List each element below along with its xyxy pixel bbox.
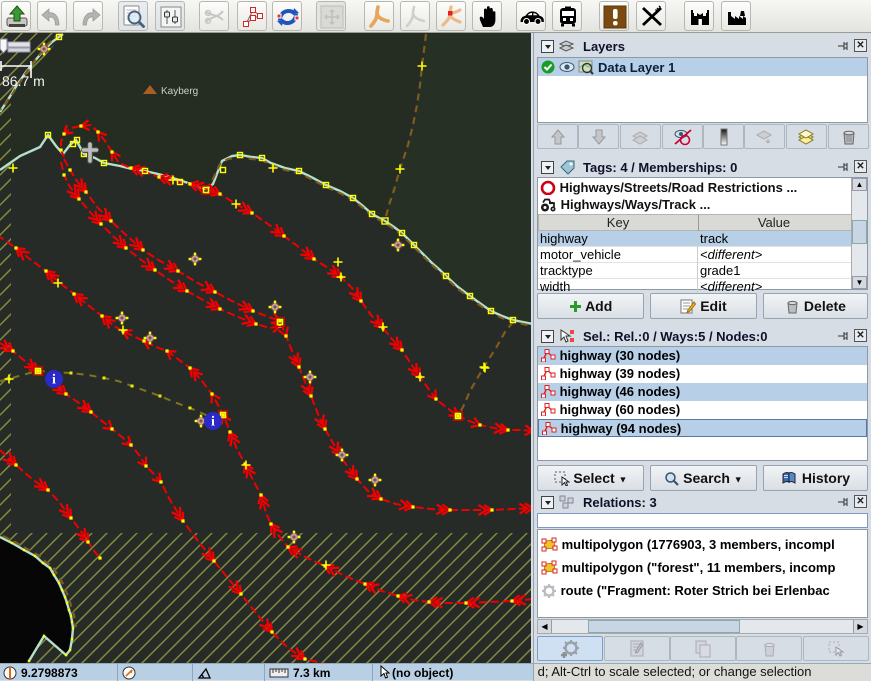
svg-text:Kayberg: Kayberg	[161, 86, 198, 97]
svg-text:i: i	[52, 373, 56, 388]
svg-text:86.7 m: 86.7 m	[2, 73, 45, 89]
svg-text:i: i	[211, 415, 215, 430]
